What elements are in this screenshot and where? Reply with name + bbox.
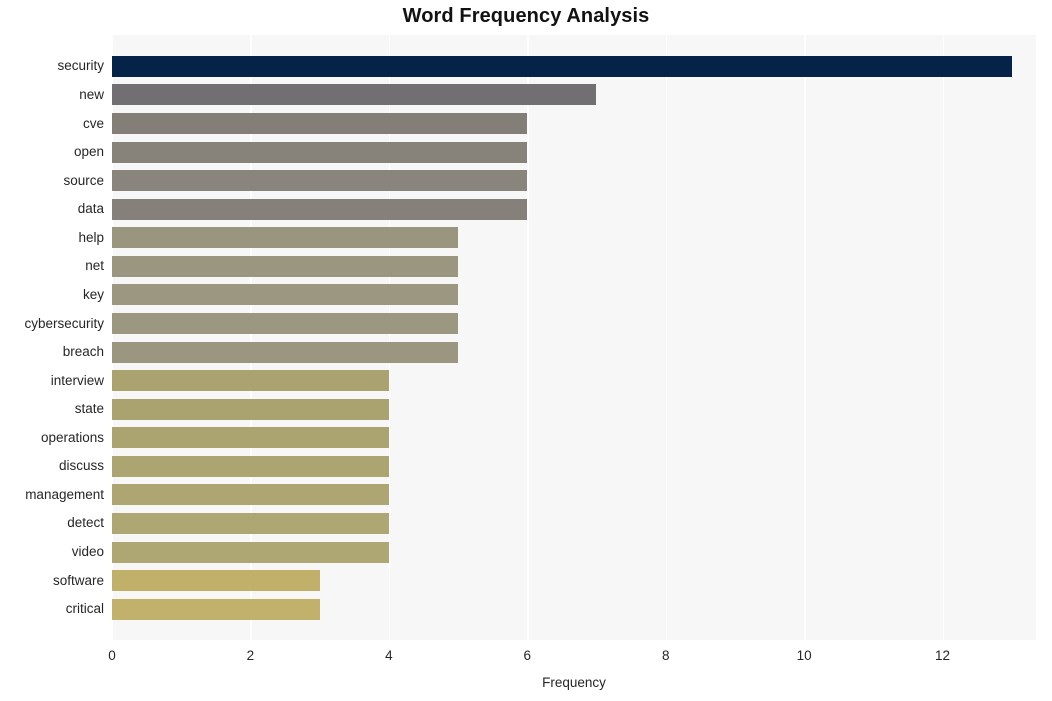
bar [112,113,528,135]
y-tick-label: net [85,258,104,274]
plot-area [112,35,1036,640]
y-tick-label: key [82,286,104,302]
y-tick-label: critical [65,601,104,617]
y-axis-tick-labels: security new cve open source data help net key cy… [0,35,104,640]
bar [112,313,459,334]
chart-title: Word Frequency Analysis [402,5,650,27]
bar [112,398,389,420]
bar [112,598,320,620]
bar [112,541,389,563]
x-tick-label: 12 [935,648,951,663]
x-tick-label: 6 [523,648,532,663]
y-tick-label: detect [67,515,104,531]
y-tick-label: data [77,201,104,217]
y-tick-label: security [57,58,104,74]
y-tick-label: cybersecurity [24,315,104,331]
bar [112,198,528,220]
x-tick-label: 4 [385,648,393,663]
bar [112,227,459,249]
x-tick-label: 8 [661,648,670,663]
y-tick-label: discuss [58,458,104,474]
bar [112,141,528,163]
bar [112,570,320,592]
x-tick-label: 0 [108,648,116,663]
y-tick-label: open [73,144,104,160]
y-tick-label: breach [62,344,104,360]
y-tick-label: operations [40,429,104,445]
y-tick-label: new [79,86,104,102]
x-axis-label: Frequency [542,675,606,690]
y-tick-label: management [25,486,104,502]
x-tick-label: 2 [246,648,255,663]
bar [112,512,389,534]
y-tick-label: help [78,229,104,245]
bar [112,284,459,306]
bar [112,370,389,392]
x-tick-label: 10 [796,648,812,663]
word-frequency-chart-figure: Word Frequency Analysis security new cve op… [0,0,1052,701]
bar [112,55,1012,77]
bar [112,84,597,106]
bar [112,170,528,192]
y-tick-label: source [63,172,104,188]
x-axis-tick-labels: 0 2 4 6 8 10 12 [0,648,1052,668]
bar [112,255,459,277]
y-tick-label: software [52,572,104,588]
y-tick-label: cve [82,115,104,131]
y-tick-label: video [71,544,104,560]
bar [112,484,389,506]
bar [112,455,389,477]
y-tick-label: interview [50,372,104,388]
y-tick-label: state [74,401,104,417]
bar [112,427,389,449]
bars-container [112,35,1036,640]
bar [112,341,459,363]
